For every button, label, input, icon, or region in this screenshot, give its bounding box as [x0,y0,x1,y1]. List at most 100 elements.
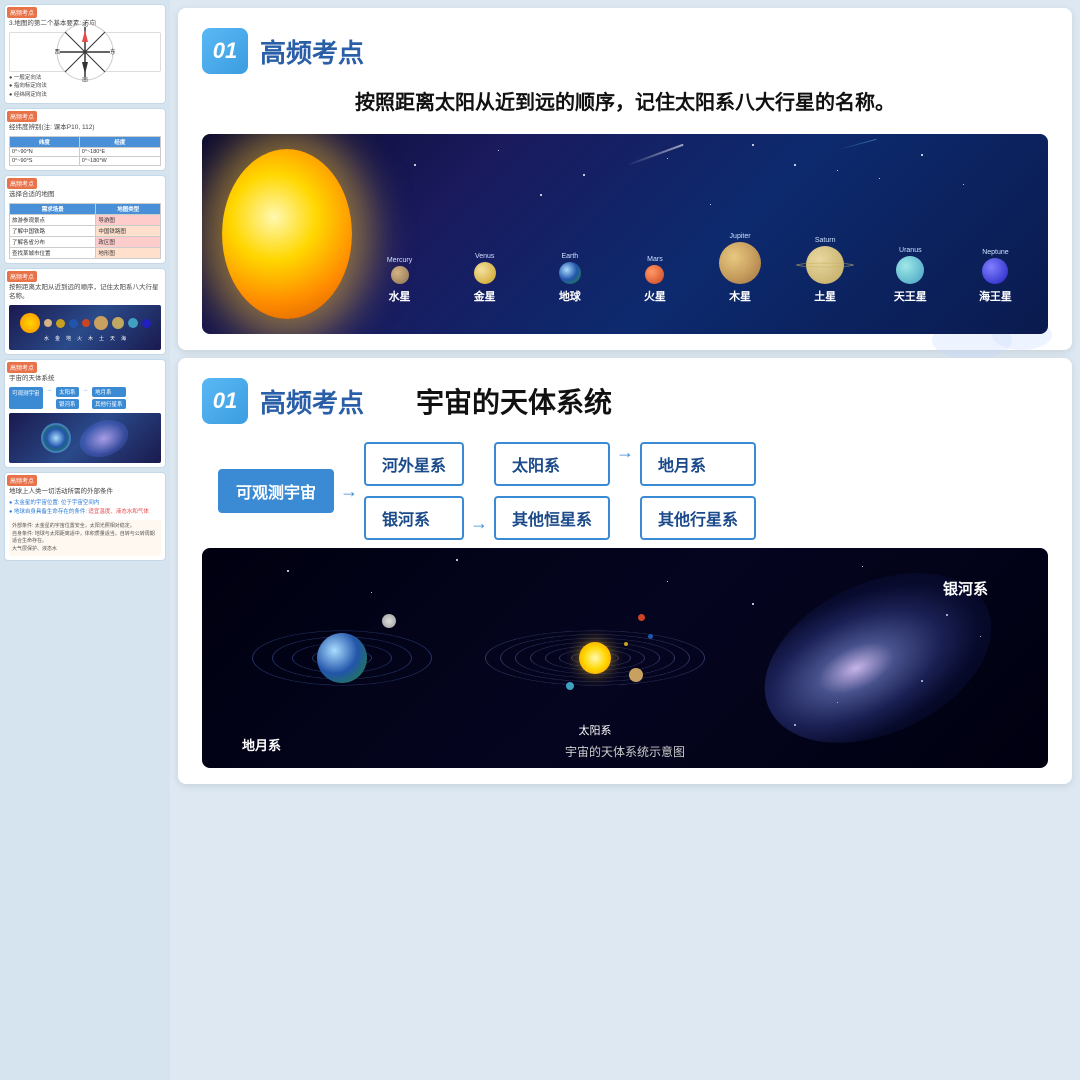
cosmic-system-title: 宇宙的天体系统 [416,381,612,421]
flow-qitahxx: 其他行星系 [640,496,756,540]
neptune-en: Neptune [982,249,1008,256]
venus-zh: 金星 [474,288,496,304]
card-body-3: 选择合适的地图 [9,190,161,199]
flow-arrow-3: → [616,442,634,463]
saturn-ring [796,263,854,268]
saturn-en: Saturn [815,237,836,244]
intro-text-1: 按照距离太阳从近到远的顺序，记住太阳系八大行星的名称。 [202,88,1048,118]
flow-taiyangxi: 太阳系 [494,442,610,486]
uranus-vis [566,682,574,690]
flow-diyuxi: 地月系 [640,442,756,486]
comet-1 [626,144,683,166]
flow-root: 可观测宇宙 [218,469,334,513]
galaxy-vis: 银河系 [738,558,1018,758]
uranus-ball [896,256,924,284]
card-table-3: 需求场景地图类型 旅游参观景点导游图 了解中国铁路中国铁路图 了解各省分布政区图… [9,203,161,259]
saturn-ball [806,246,844,284]
flow-diagram: 可观测宇宙 → 河外星系 银河系 → 太阳系 其他恒星系 → 地月系 其他行星 [202,434,1048,548]
planet-mars: Mars 火星 [612,256,697,304]
slide-2: 01 高频考点 宇宙的天体系统 可观测宇宙 → 河外星系 银河系 → 太阳系 其… [178,358,1072,784]
card-earth-cond: ● 太金星的宇宙位置: 位于宇宙空间内 ● 地球自身具备生命存在的条件: 适宜温… [9,499,161,517]
card-body-6: 地球上人类一切活动所需的外部条件 [9,487,161,496]
flow-branches: 河外星系 银河系 [364,442,464,540]
planet-venus: Venus 金星 [442,253,527,304]
planet-earth: Earth 地球 [527,253,612,304]
jupiter-vis [629,668,643,682]
main-content: 01 高频考点 按照距离太阳从近到远的顺序，记住太阳系八大行星的名称。 [170,0,1080,1080]
flow-sub-sub-branches: 地月系 其他行星系 [640,442,756,540]
venus-ball [474,262,496,284]
galaxy-banner: 地月系 太阳系 [202,548,1048,768]
earth-vis [317,633,367,683]
taiyangxi-label: 太阳系 [579,722,612,738]
earth-ball [559,262,581,284]
jupiter-en: Jupiter [730,233,751,240]
slide2-header: 01 高频考点 宇宙的天体系统 [202,378,1048,424]
mercury-zh: 水星 [389,288,411,304]
sidebar-card-2[interactable]: 高频考点 经纬度辨别(注: 课本P10, 112) 纬度经度 0°~90°N0°… [4,108,166,171]
sun-vis [579,642,611,674]
card-table-2: 纬度经度 0°~90°N0°~180°E 0°~90°S0°~180°W [9,136,161,166]
section-num-1: 01 [202,28,248,74]
sun [222,149,352,319]
card-tag-5: 高频考点 [7,362,37,373]
card-tag-2: 高频考点 [7,111,37,122]
planet-saturn: Saturn 土星 [783,237,868,304]
jupiter-ball [719,242,761,284]
planet-neptune: Neptune 海王星 [953,249,1038,304]
mars-zh: 火星 [644,288,666,304]
flow-sub-branches: 太阳系 其他恒星系 [494,442,610,540]
section-header-1: 01 高频考点 [202,28,1048,74]
sidebar-card-1[interactable]: 高频考点 3.地图的第二个基本要素: 方向 北 南 西 东 ● 一般定向法 ● … [4,4,166,104]
card-cosmic-flow: 可观测宇宙 → 太阳系 银河系 → 地月系 其他行星系 [9,387,161,409]
neptune-ball [982,258,1008,284]
card-cosmic-img [9,413,161,463]
sidebar-card-5[interactable]: 高频考点 宇宙的天体系统 可观测宇宙 → 太阳系 银河系 → 地月系 其他行星系 [4,359,166,468]
mars-ball [645,265,664,284]
comet-2 [837,139,876,150]
solar-system-vis: 太阳系 [475,558,715,758]
compass-svg: 北 南 西 东 [55,22,115,82]
planet-mercury: Mercury 水星 [357,257,442,304]
saturn-zh: 土星 [814,288,836,304]
card-tag-4: 高频考点 [7,271,37,282]
sidebar-card-3[interactable]: 高频考点 选择合适的地图 需求场景地图类型 旅游参观景点导游图 了解中国铁路中国… [4,175,166,264]
moon-vis [382,614,396,628]
card-tag-6: 高频考点 [7,475,37,486]
svg-text:西: 西 [55,49,60,56]
mercury-en: Mercury [387,257,412,264]
svg-text:北: 北 [82,22,88,28]
mars-vis [638,614,645,621]
yinhexi-label: 银河系 [943,578,988,599]
diyuxi-label: 地月系 [242,735,281,754]
mercury-ball [391,266,409,284]
card-compass-img: 北 南 西 东 [9,32,161,72]
card-solar-img: 水金地火木土天海 [9,305,161,350]
mars-en: Mars [647,256,663,263]
earth-vis-2 [648,634,653,639]
planets-row: Mercury 水星 Venus 金星 Earth 地球 [357,233,1038,304]
sidebar-card-6[interactable]: 高频考点 地球上人类一切活动所需的外部条件 ● 太金星的宇宙位置: 位于宇宙空间… [4,472,166,561]
card-tag-1: 高频考点 [7,7,37,18]
earth-en: Earth [561,253,578,260]
section-num-2: 01 [202,378,248,424]
svg-text:东: 东 [110,48,115,56]
venus-vis [624,642,628,646]
card-body-2: 经纬度辨别(注: 课本P10, 112) [9,123,161,132]
uranus-zh: 天王星 [894,288,927,304]
planet-uranus: Uranus 天王星 [868,247,953,304]
card-earth-ext: 外部条件: 太金星的宇宙位置安全，太阳光照相对稳定。 自身条件: 地球与太阳距离… [9,520,161,556]
card-body-5: 宇宙的天体系统 [9,374,161,383]
card-tag-3: 高频考点 [7,178,37,189]
flow-hewaix: 河外星系 [364,442,464,486]
slide-1: 01 高频考点 按照距离太阳从近到远的顺序，记住太阳系八大行星的名称。 [178,8,1072,350]
uranus-en: Uranus [899,247,922,254]
galaxy-caption: 宇宙的天体系统示意图 [565,743,685,760]
solar-system-banner: Mercury 水星 Venus 金星 Earth 地球 [202,134,1048,334]
sidebar-card-4[interactable]: 高频考点 按照距离太阳从近到远的顺序，记住太阳系八大行星名称。 水金地火木土天海 [4,268,166,355]
section-title-1: 高频考点 [260,33,364,70]
sidebar: 高频考点 3.地图的第二个基本要素: 方向 北 南 西 东 ● 一般定向法 ● … [0,0,170,1080]
neptune-zh: 海王星 [979,288,1012,304]
flow-yinhex: 银河系 [364,496,464,540]
flow-arrow-1: → [340,481,358,502]
